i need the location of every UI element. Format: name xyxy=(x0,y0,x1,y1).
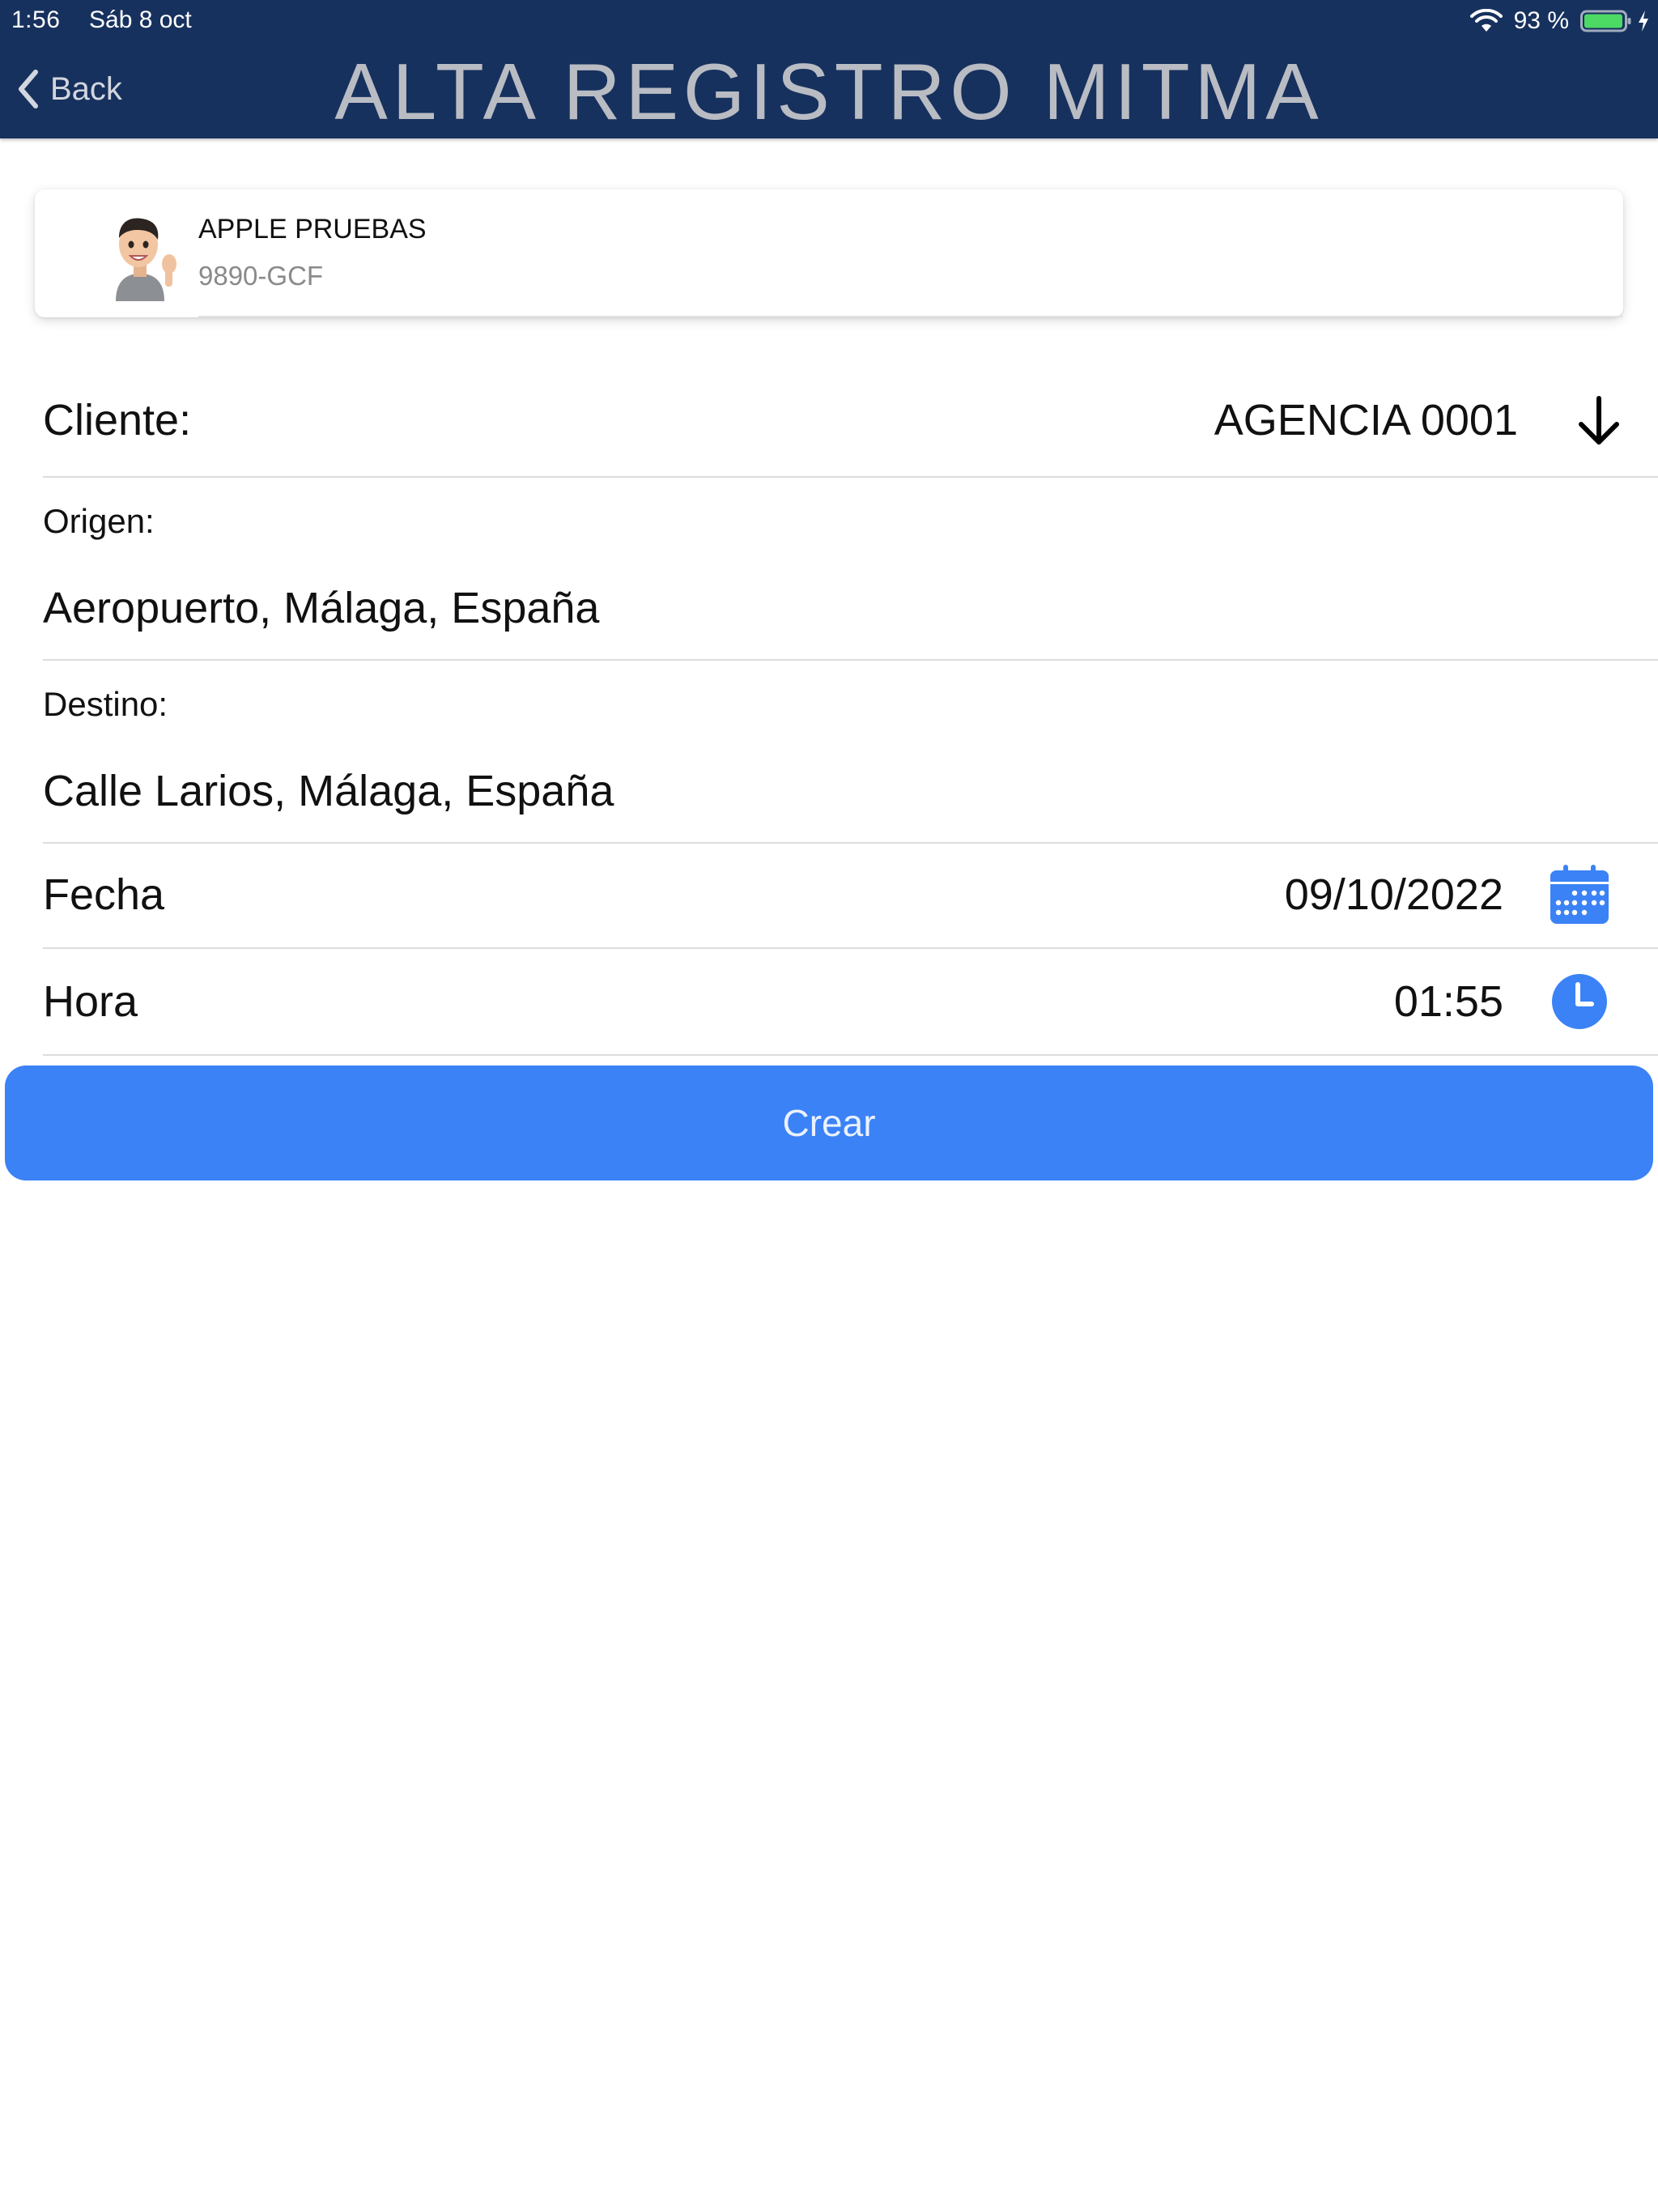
driver-name: APPLE PRUEBAS xyxy=(198,214,427,245)
status-time: 1:56 xyxy=(11,6,61,33)
origin-row[interactable]: Origen: Aeropuerto, Málaga, España xyxy=(43,478,1658,661)
date-value[interactable]: 09/10/2022 xyxy=(1285,870,1503,920)
memoji-avatar-icon xyxy=(116,218,176,301)
create-button[interactable]: Crear xyxy=(5,1066,1653,1180)
destination-label: Destino: xyxy=(43,685,168,723)
client-label: Cliente: xyxy=(43,396,192,445)
wifi-icon xyxy=(1469,9,1503,32)
time-row[interactable]: Hora 01:55 xyxy=(43,949,1658,1056)
card-divider xyxy=(198,316,1623,317)
time-value[interactable]: 01:55 xyxy=(1394,976,1503,1027)
status-indicators: 93 % xyxy=(1469,5,1650,37)
charging-bolt-icon xyxy=(1639,11,1648,32)
client-row[interactable]: Cliente: AGENCIA 0001 xyxy=(43,371,1658,478)
avatar xyxy=(91,206,189,303)
destination-value[interactable]: Calle Larios, Málaga, España xyxy=(43,766,614,816)
status-date: Sáb 8 oct xyxy=(89,6,192,33)
clock-icon[interactable] xyxy=(1551,973,1608,1030)
client-value: AGENCIA 0001 xyxy=(1214,396,1518,445)
navigation-bar: 1:56 Sáb 8 oct 93 % Back ALTA REGISTRO M… xyxy=(0,0,1658,138)
calendar-icon[interactable] xyxy=(1549,864,1610,925)
origin-label: Origen: xyxy=(43,502,155,540)
arrow-down-icon[interactable] xyxy=(1575,395,1623,447)
driver-card[interactable]: APPLE PRUEBAS 9890-GCF xyxy=(35,189,1623,317)
driver-plate: 9890-GCF xyxy=(198,261,324,291)
page-title: ALTA REGISTRO MITMA xyxy=(334,47,1324,136)
battery-icon xyxy=(1580,10,1631,32)
create-button-label: Crear xyxy=(782,1102,876,1144)
date-label: Fecha xyxy=(43,870,165,919)
destination-row[interactable]: Destino: Calle Larios, Málaga, España xyxy=(43,661,1658,844)
time-label: Hora xyxy=(43,977,138,1026)
date-row[interactable]: Fecha 09/10/2022 xyxy=(43,844,1658,949)
battery-percent: 93 % xyxy=(1513,7,1569,34)
origin-value[interactable]: Aeropuerto, Málaga, España xyxy=(43,583,599,633)
